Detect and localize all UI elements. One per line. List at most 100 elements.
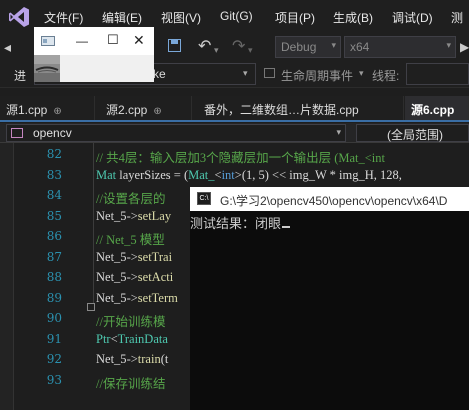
code-token: // 共4层：输入层加3个隐藏层加一个输出层 (Mat_<int: [96, 151, 385, 165]
code-token: *: [326, 168, 340, 182]
code-token: // Net_5 模型: [96, 233, 165, 247]
tab-label: 源6.cpp: [411, 103, 455, 117]
line-number: 84: [46, 188, 62, 202]
undo-icon[interactable]: ↶: [198, 39, 211, 55]
menu-project[interactable]: 项目(P): [275, 9, 315, 26]
code-token: ->: [126, 291, 138, 305]
code-line[interactable]: //开始训练模: [96, 311, 165, 330]
menu-view[interactable]: 视图(V): [161, 9, 201, 26]
console-titlebar: C:\ G:\学习2\opencv450\opencv\opencv\x64\D: [190, 187, 469, 211]
menu-git[interactable]: Git(G): [220, 9, 253, 23]
code-token: Mat: [96, 168, 120, 182]
code-token: img_H: [339, 168, 374, 182]
code-token: = (: [170, 168, 189, 182]
line-number: 88: [46, 270, 62, 284]
process-value: ke: [153, 67, 166, 81]
glyph-margin: [0, 143, 14, 410]
console-output-text: 测试结果：闭眼: [190, 217, 282, 232]
save-icon[interactable]: [168, 39, 181, 55]
lifecycle-events-button[interactable]: 生命周期事件: [281, 67, 353, 84]
code-line[interactable]: Mat layerSizes = (Mat_<int>(1, 5) << img…: [96, 168, 402, 183]
line-number: 86: [46, 229, 62, 243]
redo-dropdown-icon[interactable]: ▾: [248, 42, 253, 58]
code-line[interactable]: Net_5->setTerm: [96, 291, 178, 306]
tab-source1[interactable]: 源1.cpp ⊕: [0, 96, 95, 120]
thread-select[interactable]: [406, 63, 469, 85]
image-preview-window: — ☐ ✕: [34, 27, 154, 82]
code-token: Net_5: [96, 270, 127, 284]
tab-2d-array-image-data[interactable]: 番外，二维数组…片数据.cpp: [198, 96, 404, 120]
code-token: ->: [126, 270, 138, 284]
code-token: Ptr: [96, 332, 111, 346]
image-window-titlebar: — ☐ ✕: [34, 27, 154, 55]
chevron-down-icon: ▾: [331, 40, 336, 50]
code-line[interactable]: Net_5->setActi: [96, 270, 173, 285]
close-icon[interactable]: ✕: [133, 32, 145, 49]
code-token: setActi: [137, 270, 174, 284]
code-line[interactable]: Net_5->setTrai: [96, 250, 172, 265]
code-line[interactable]: // Net_5 模型: [96, 229, 165, 248]
code-token: <: [110, 332, 118, 346]
pin-icon[interactable]: ⊕: [53, 106, 61, 117]
undo-dropdown-icon[interactable]: ▾: [214, 42, 219, 58]
code-token: setTrai: [137, 250, 173, 264]
redo-icon[interactable]: ↷: [232, 39, 245, 55]
document-tab-bar: 源1.cpp ⊕ 源2.cpp ⊕ 番外，二维数组…片数据.cpp 源6.cpp: [0, 96, 469, 122]
code-line[interactable]: Ptr<TrainData: [96, 332, 168, 347]
member-scope-value: (全局范围): [387, 128, 443, 142]
code-line[interactable]: //保存训练结: [96, 373, 165, 392]
chevron-down-icon: ▾: [336, 127, 341, 137]
minimize-icon[interactable]: —: [76, 34, 88, 48]
line-number: 93: [46, 373, 62, 387]
menu-test[interactable]: 测: [451, 9, 463, 26]
code-token: train: [137, 352, 161, 366]
console-window: C:\ G:\学习2\opencv450\opencv\opencv\x64\D…: [190, 187, 469, 410]
menu-edit[interactable]: 编辑(E): [102, 9, 142, 26]
tab-source2[interactable]: 源2.cpp ⊕: [100, 96, 192, 120]
visual-studio-logo-icon: [9, 7, 29, 27]
code-token: ->: [126, 250, 138, 264]
code-token: ->: [126, 352, 138, 366]
play-icon[interactable]: ▶: [460, 39, 469, 55]
code-token: //保存训练结: [96, 377, 166, 391]
process-label: 进: [14, 69, 27, 83]
menu-file[interactable]: 文件(F): [44, 9, 83, 26]
line-number: 85: [46, 209, 62, 223]
configuration-value: Debug: [281, 40, 317, 54]
menu-debug[interactable]: 调试(D): [392, 9, 433, 26]
back-icon[interactable]: ◂: [4, 39, 11, 55]
project-scope-value: opencv: [33, 126, 72, 140]
code-token: Mat_: [188, 168, 215, 182]
code-line[interactable]: //设置各层的: [96, 188, 165, 207]
fold-marker-icon[interactable]: [87, 303, 95, 311]
closed-eye-image: [34, 55, 60, 82]
line-number: 92: [46, 352, 62, 366]
code-line[interactable]: Net_5->setLay: [96, 209, 171, 224]
thread-label: 线程:: [372, 69, 400, 83]
platform-select[interactable]: x64 ▾: [344, 36, 456, 58]
configuration-select[interactable]: Debug ▾: [275, 36, 341, 58]
code-token: //设置各层的: [96, 192, 166, 206]
member-scope-select[interactable]: (全局范围): [356, 124, 469, 142]
code-line[interactable]: Net_5->train(t: [96, 352, 168, 367]
chevron-down-icon: ▾: [359, 68, 364, 78]
tab-label: 源1.cpp: [6, 103, 48, 117]
image-window-content: [34, 55, 154, 82]
code-token: Net_5: [96, 352, 127, 366]
chevron-down-icon: ▾: [243, 68, 248, 78]
maximize-icon[interactable]: ☐: [107, 32, 119, 48]
line-number: 91: [46, 332, 62, 346]
code-line[interactable]: // 共4层：输入层加3个隐藏层加一个输出层 (Mat_<int: [96, 147, 385, 166]
code-token: >(1, 5) <<: [234, 168, 290, 182]
tab-source6[interactable]: 源6.cpp: [405, 96, 469, 120]
code-token: (t: [160, 352, 169, 366]
text-cursor: [282, 226, 291, 228]
code-token: setTerm: [137, 291, 178, 305]
code-token: ->: [126, 209, 138, 223]
menu-build[interactable]: 生成(B): [333, 9, 373, 26]
line-number: 89: [46, 291, 62, 305]
pin-icon[interactable]: ⊕: [153, 106, 161, 117]
console-app-icon: C:\: [197, 192, 211, 205]
project-scope-select[interactable]: opencv ▾: [6, 124, 346, 142]
navigation-bar: opencv ▾ (全局范围): [0, 123, 469, 143]
